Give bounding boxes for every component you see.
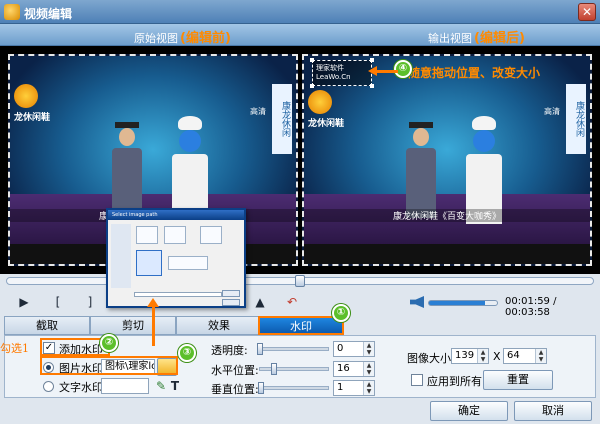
close-button[interactable]: ✕ bbox=[578, 3, 596, 21]
tab-crop[interactable]: 剪切 bbox=[90, 316, 176, 335]
tab-effects[interactable]: 效果 bbox=[176, 316, 262, 335]
font-icon[interactable]: T bbox=[165, 376, 185, 396]
original-view-header: 原始视图 (编辑前) bbox=[134, 27, 231, 46]
file-thumbnail[interactable] bbox=[168, 256, 208, 270]
image-width-spinner[interactable]: 139 ▲ ▼ bbox=[451, 348, 489, 364]
resize-handle[interactable] bbox=[370, 58, 374, 62]
text-watermark-input[interactable] bbox=[101, 378, 149, 394]
watermark-overlay[interactable]: 理家软件 LeaWo.Cn bbox=[310, 58, 374, 88]
slider-knob[interactable] bbox=[270, 363, 277, 375]
dialog-places-bar bbox=[111, 224, 131, 288]
image-height-spinner[interactable]: 64 ▲ ▼ bbox=[503, 348, 547, 364]
dialog-cancel-button[interactable] bbox=[222, 299, 240, 306]
v-position-slider[interactable] bbox=[258, 382, 329, 394]
sponsor-logo: 龙休闲鞋 bbox=[308, 90, 354, 132]
h-position-label: 水平位置: bbox=[211, 364, 259, 377]
size-separator: X bbox=[493, 350, 501, 363]
text-watermark-radio[interactable] bbox=[43, 381, 54, 392]
check-note: 勾选1 bbox=[0, 342, 29, 355]
arrow-annotation bbox=[147, 298, 159, 346]
select-image-dialog: Select image path bbox=[106, 208, 246, 308]
time-display: 00:01:59 / 00:03:58 bbox=[505, 296, 557, 318]
video-caption: 康龙休闲鞋《百变大咖秀》 bbox=[304, 209, 590, 222]
resize-handle[interactable] bbox=[310, 84, 314, 88]
title-bar: 视频编辑 ✕ bbox=[0, 0, 600, 24]
hd-label: 高清 bbox=[544, 107, 560, 116]
file-thumbnail[interactable] bbox=[136, 226, 158, 244]
text-watermark-label: 文字水印: bbox=[59, 381, 107, 394]
output-view-label: 输出视图 bbox=[428, 32, 472, 45]
reset-button[interactable]: 重置 bbox=[483, 370, 553, 390]
transparency-spinner[interactable]: 0 ▲ ▼ bbox=[333, 341, 375, 357]
apply-all-checkbox[interactable] bbox=[411, 374, 423, 386]
v-position-spinner[interactable]: 1 ▲ ▼ bbox=[333, 380, 375, 396]
v-position-label: 垂直位置: bbox=[211, 383, 259, 396]
seek-bar[interactable] bbox=[6, 275, 594, 287]
original-view-tag: (编辑前) bbox=[180, 31, 231, 46]
play-icon[interactable]: ▶ bbox=[14, 292, 34, 312]
dialog-open-button[interactable] bbox=[222, 290, 240, 297]
view-headers: 原始视图 (编辑前) 输出视图 (编辑后) bbox=[0, 24, 600, 46]
snapshot-icon[interactable]: ▲ bbox=[250, 292, 270, 312]
side-banner: 康龙休闲 bbox=[566, 84, 586, 154]
cancel-button[interactable]: 取消 bbox=[514, 401, 592, 421]
resize-handle[interactable] bbox=[370, 84, 374, 88]
slider-knob[interactable] bbox=[258, 382, 265, 394]
apply-all-label: 应用到所有 bbox=[427, 375, 482, 388]
output-video: 龙休闲鞋 康龙休闲 高清 康龙休闲鞋《百变大咖秀》 理家软件 LeaWo.Cn … bbox=[302, 54, 592, 266]
dialog-footer: 确定 取消 bbox=[0, 398, 600, 424]
side-banner: 康龙休闲 bbox=[272, 84, 292, 154]
mark-out-icon[interactable]: ] bbox=[80, 292, 100, 312]
output-view-header: 输出视图 (编辑后) bbox=[428, 27, 525, 46]
step-badge-3: ③ bbox=[178, 344, 196, 362]
dialog-title: Select image path bbox=[108, 210, 244, 220]
output-view-tag: (编辑后) bbox=[474, 31, 525, 46]
app-icon bbox=[4, 4, 20, 20]
h-position-spinner[interactable]: 16 ▲ ▼ bbox=[333, 361, 375, 377]
ok-button[interactable]: 确定 bbox=[430, 401, 508, 421]
transparency-slider[interactable] bbox=[257, 343, 329, 355]
h-position-slider[interactable] bbox=[259, 363, 329, 375]
file-name-field[interactable] bbox=[134, 292, 222, 297]
original-view-label: 原始视图 bbox=[134, 32, 178, 45]
step-badge-4: ④ bbox=[394, 60, 412, 78]
arrow-annotation bbox=[368, 66, 398, 76]
tab-trim[interactable]: 截取 bbox=[4, 316, 90, 335]
step-badge-1: ① bbox=[332, 304, 350, 322]
tab-watermark[interactable]: 水印 bbox=[258, 316, 344, 335]
mark-in-icon[interactable]: [ bbox=[48, 292, 68, 312]
volume-slider[interactable] bbox=[428, 300, 498, 306]
tab-bar: 截取 剪切 效果 水印 bbox=[4, 316, 596, 335]
volume-icon[interactable] bbox=[410, 296, 424, 308]
file-thumbnail[interactable] bbox=[164, 226, 186, 244]
image-size-label: 图像大小: bbox=[407, 352, 455, 365]
file-thumbnail-selected[interactable] bbox=[136, 250, 162, 276]
preview-stage: 龙休闲鞋 康龙休闲 高清 康龙休闲鞋《百变大咖秀》 龙休闲鞋 康龙休闲 高清 康… bbox=[0, 46, 600, 274]
seek-knob[interactable] bbox=[295, 275, 305, 287]
undo-icon[interactable]: ↶ bbox=[282, 292, 302, 312]
file-thumbnail[interactable] bbox=[200, 226, 222, 244]
slider-knob[interactable] bbox=[257, 343, 263, 355]
highlight-image-watermark bbox=[40, 356, 178, 375]
resize-handle[interactable] bbox=[310, 58, 314, 62]
sponsor-logo: 龙休闲鞋 bbox=[14, 84, 60, 126]
hd-label: 高清 bbox=[250, 107, 266, 116]
transparency-label: 透明度: bbox=[211, 344, 248, 357]
window-title: 视频编辑 bbox=[24, 7, 73, 21]
playback-controls: ▶ [ ] ▲ ↶ 00:01:59 / 00:03:58 bbox=[0, 290, 600, 318]
watermark-text: 理家软件 LeaWo.Cn bbox=[316, 64, 351, 81]
step-badge-2: ② bbox=[100, 334, 118, 352]
drag-hint: 可随意拖动位置、改变大小 bbox=[396, 66, 541, 80]
